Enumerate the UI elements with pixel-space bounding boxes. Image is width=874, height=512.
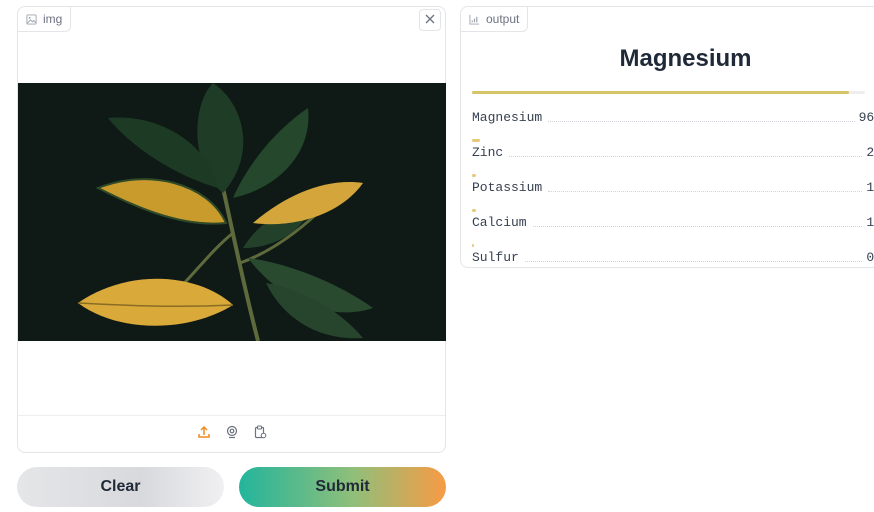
output-label: output [486,12,520,26]
confidence-bar [472,209,476,212]
top-confidence-bar [472,91,850,94]
clipboard-icon [253,425,267,444]
upload-button[interactable] [195,425,213,443]
close-icon [425,11,435,29]
dotted-leader [509,156,863,157]
confidence-label-line: Magnesium 96% [472,110,874,125]
uploaded-leaf-image [18,83,446,341]
confidence-row: Calcium 1% [472,206,874,241]
output-panel: output Magnesium Magnesium 96% Zinc 2% Potas… [460,6,874,268]
image-input-tag: img [18,7,72,32]
close-button[interactable] [419,9,441,31]
image-input-label: img [43,12,63,26]
dotted-leader [548,121,855,122]
dotted-leader [532,226,863,227]
class-label: Magnesium [472,110,543,125]
confidence-bar [472,139,480,142]
confidence-label-line: Zinc 2% [472,145,874,160]
submit-button[interactable]: Submit [239,467,446,507]
class-percent: 1% [866,180,874,195]
image-icon [26,13,37,25]
class-label: Sulfur [472,250,519,265]
confidence-bar [472,174,476,177]
confidence-label-line: Sulfur 0% [472,250,874,265]
dotted-leader [524,261,863,262]
class-percent: 2% [866,145,874,160]
chart-icon [469,14,480,25]
class-percent: 0% [866,250,874,265]
class-label: Calcium [472,215,527,230]
class-label: Zinc [472,145,504,160]
predicted-label: Magnesium [619,45,752,72]
confidence-label-line: Calcium 1% [472,215,874,230]
confidence-row: Sulfur 0% [472,241,874,276]
image-source-toolbar [18,415,445,452]
upload-icon [197,425,211,444]
output-tag: output [461,7,529,32]
webcam-icon [225,425,239,444]
paste-button[interactable] [251,425,269,443]
class-percent: 1% [866,215,874,230]
class-percent: 96% [858,110,874,125]
confidence-row: Magnesium 96% [472,101,874,136]
confidence-list: Magnesium 96% Zinc 2% Potassium 1% Calcium 1% Su… [472,101,874,276]
webcam-button[interactable] [223,425,241,443]
image-input-panel: img [17,6,446,453]
confidence-label-line: Potassium 1% [472,180,874,195]
class-label: Potassium [472,180,543,195]
confidence-bar [472,244,474,247]
dotted-leader [548,191,863,192]
confidence-row: Potassium 1% [472,171,874,206]
clear-button[interactable]: Clear [17,467,224,507]
confidence-row: Zinc 2% [472,136,874,171]
